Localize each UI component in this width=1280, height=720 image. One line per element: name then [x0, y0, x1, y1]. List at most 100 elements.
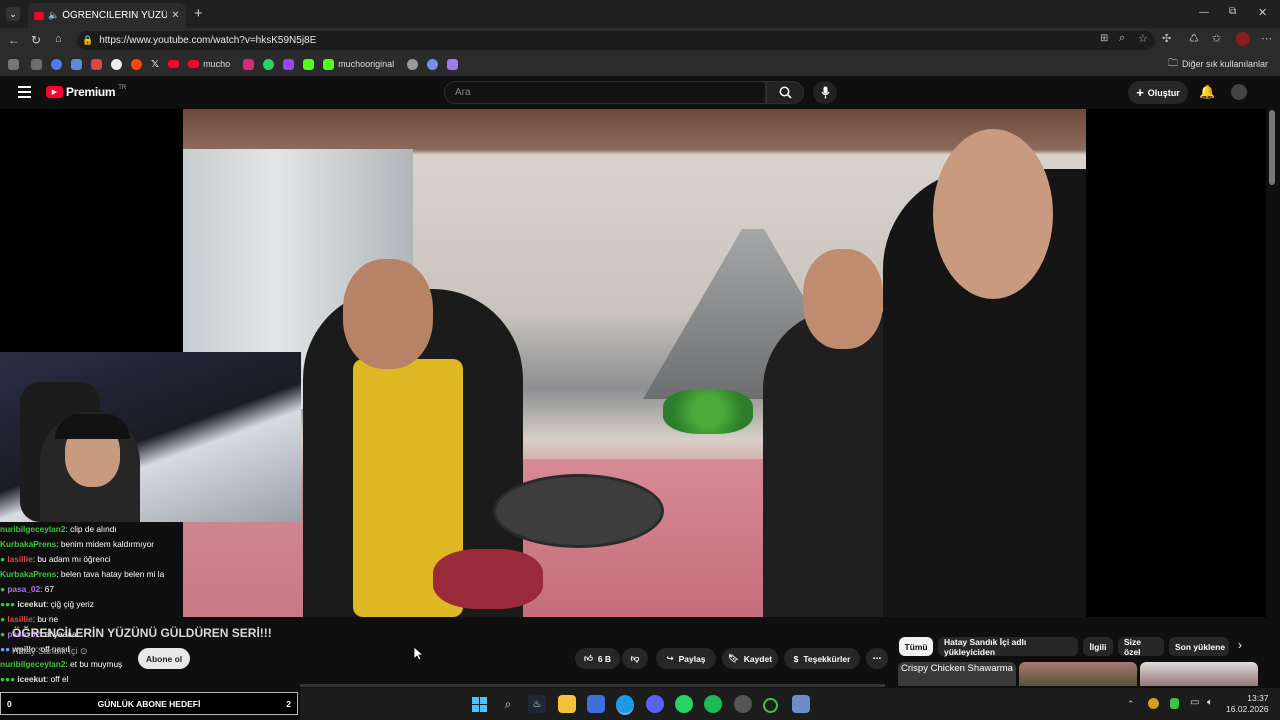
chip-related[interactable]: İlgili: [1083, 637, 1113, 656]
youtube-icon: [188, 60, 200, 68]
bookmark-docs-icon[interactable]: [71, 58, 82, 70]
new-tab-button[interactable]: +: [194, 5, 203, 22]
search-taskbar-icon[interactable]: ⌕: [499, 695, 517, 713]
dislike-button[interactable]: 👎︎: [622, 648, 648, 669]
steam-icon[interactable]: ♨: [528, 695, 546, 713]
store-icon[interactable]: [587, 695, 605, 713]
bookmark-whatsapp-icon[interactable]: [263, 58, 275, 70]
recommended-thumbnail[interactable]: [1140, 662, 1258, 686]
tab-title: ÖĞRENCİLERİN YÜZÜNÜ GÜL: [62, 10, 168, 21]
bookmark-twitch-icon[interactable]: [283, 58, 295, 70]
maximize-button[interactable]: ⧉: [1229, 6, 1236, 17]
file-explorer-icon[interactable]: [558, 695, 576, 713]
video-player[interactable]: [183, 109, 1086, 617]
bookmark-pen-icon[interactable]: [447, 58, 459, 70]
close-tab-icon[interactable]: ✕: [171, 10, 179, 21]
bookmark-translate-icon[interactable]: [427, 58, 439, 70]
chevron-right-icon[interactable]: ›: [1238, 638, 1242, 652]
tray-app-icon[interactable]: [1148, 698, 1159, 709]
extensions-icon[interactable]: ✣: [1162, 32, 1171, 45]
notifications-bell-icon[interactable]: 🔔: [1199, 84, 1215, 100]
share-button[interactable]: ↪ Paylaş: [656, 648, 716, 669]
save-button[interactable]: 🔖︎ Kaydet: [722, 648, 778, 669]
bookmark-gmail-icon[interactable]: [91, 58, 102, 70]
other-bookmarks[interactable]: 🗀 Diğer sık kullanılanlar: [1168, 56, 1268, 73]
refresh-icon[interactable]: ↻: [31, 33, 41, 47]
address-bar[interactable]: 🔒 https://www.youtube.com/watch?v=hksK59…: [77, 31, 1155, 50]
chat-message: ● lasillie: bu adam mı öğrenci: [0, 554, 111, 564]
badge-icon: ●●●: [0, 674, 16, 684]
hamburger-menu-icon[interactable]: [18, 86, 31, 98]
start-icon[interactable]: [470, 695, 488, 713]
obs-icon[interactable]: [734, 695, 752, 713]
close-window-button[interactable]: ✕: [1258, 6, 1267, 19]
chip-from-uploader[interactable]: Hatay Sandık İçi adlı yükleyiciden: [938, 637, 1078, 657]
channel-name[interactable]: Hatay Sandık İçi ⊙: [12, 646, 88, 657]
bookmark-instagram-icon[interactable]: [243, 58, 255, 70]
browser-essentials-icon[interactable]: ♺: [1189, 32, 1199, 45]
favorites-icon[interactable]: ✩: [1212, 32, 1221, 45]
tray-mic-icon[interactable]: [1170, 698, 1179, 709]
chip-for-you[interactable]: Size özel: [1118, 637, 1164, 657]
bookmark-icon: 🔖︎: [727, 653, 739, 663]
recommended-thumbnail[interactable]: Crispy Chicken Shawarma: [898, 662, 1016, 686]
app-ring-icon[interactable]: [763, 698, 778, 713]
bookmark-google-icon[interactable]: [111, 58, 122, 70]
video-chef-face: [343, 259, 433, 369]
bookmark-mucho[interactable]: mucho: [188, 59, 230, 69]
bookmark-reddit-icon[interactable]: [131, 58, 142, 70]
favorite-star-icon[interactable]: ☆: [1138, 32, 1148, 45]
zoom-icon[interactable]: ⌕: [1119, 32, 1125, 45]
discord-icon[interactable]: [646, 695, 664, 713]
folder-icon: 🗀: [1167, 57, 1178, 69]
browser-menu-icon[interactable]: ⋯: [1261, 32, 1272, 45]
bookmark-misc-icon[interactable]: [407, 58, 419, 70]
video-tray: [493, 474, 664, 548]
more-actions-icon[interactable]: ⋯: [866, 648, 888, 669]
app-install-icon[interactable]: ⊞: [1100, 33, 1108, 44]
tray-chevron-icon[interactable]: ⌃: [1127, 699, 1135, 710]
whatsapp-icon[interactable]: [675, 695, 693, 713]
chip-recently-uploaded[interactable]: Son yüklene: [1169, 637, 1229, 656]
badge-icon: ●●: [0, 644, 11, 654]
url-text: https://www.youtube.com/watch?v=hksK59N5…: [99, 35, 317, 46]
search-input[interactable]: Ara: [444, 81, 766, 104]
recommended-thumbnail[interactable]: [1019, 662, 1137, 686]
volume-icon[interactable]: 🔈︎: [1207, 697, 1213, 708]
badge-icon: ●: [0, 629, 6, 639]
chat-message: ● lasillie: bu ne: [0, 614, 59, 624]
page-scrollbar[interactable]: [1269, 110, 1275, 185]
play-logo-icon: ▶: [46, 86, 63, 98]
chat-message: KurbakaPrens: benim midem kaldırmıyor: [0, 539, 155, 549]
system-clock[interactable]: 13:37 16.02.2026: [1226, 693, 1269, 715]
account-avatar[interactable]: [1231, 84, 1247, 100]
chip-all[interactable]: Tümü: [899, 637, 933, 656]
bookmark-x-icon[interactable]: 𝕏: [151, 59, 159, 70]
bookmark-kick-icon[interactable]: [303, 58, 315, 70]
browser-tab-youtube[interactable]: 🔈 ÖĞRENCİLERİN YÜZÜNÜ GÜL ✕: [28, 3, 186, 28]
minimize-button[interactable]: —: [1199, 7, 1209, 18]
voice-search-button[interactable]: [813, 81, 837, 104]
thanks-button[interactable]: $ Teşekkürler: [784, 648, 860, 669]
network-icon[interactable]: ▭: [1190, 697, 1199, 708]
like-button[interactable]: 👍︎ 6 B: [575, 648, 620, 669]
tab-list-button[interactable]: ⌄: [6, 7, 20, 21]
edge-icon[interactable]: [616, 695, 634, 715]
subscribe-button[interactable]: Abone ol: [138, 648, 190, 669]
bookmark-chrome-icon[interactable]: [51, 58, 62, 70]
bookmark-muchooriginal[interactable]: muchooriginal: [323, 58, 394, 70]
settings-app-icon[interactable]: [792, 695, 810, 713]
video-progress-track[interactable]: [300, 684, 885, 687]
back-icon[interactable]: ←: [8, 33, 20, 47]
profile-avatar[interactable]: [1236, 32, 1250, 46]
youtube-logo[interactable]: ▶ Premium TR: [46, 85, 126, 99]
bookmark-youtube-icon[interactable]: [168, 60, 180, 68]
create-button[interactable]: + Oluştur: [1128, 81, 1188, 104]
thumbs-up-icon: 👍︎: [583, 653, 593, 663]
bookmark-game-icon[interactable]: [8, 58, 19, 70]
bookmark-gallery-icon[interactable]: [31, 58, 42, 70]
search-button[interactable]: [766, 81, 804, 104]
player-letterbox-right: [1086, 109, 1266, 617]
spotify-icon[interactable]: [704, 695, 722, 713]
home-icon[interactable]: ⌂: [55, 33, 62, 45]
